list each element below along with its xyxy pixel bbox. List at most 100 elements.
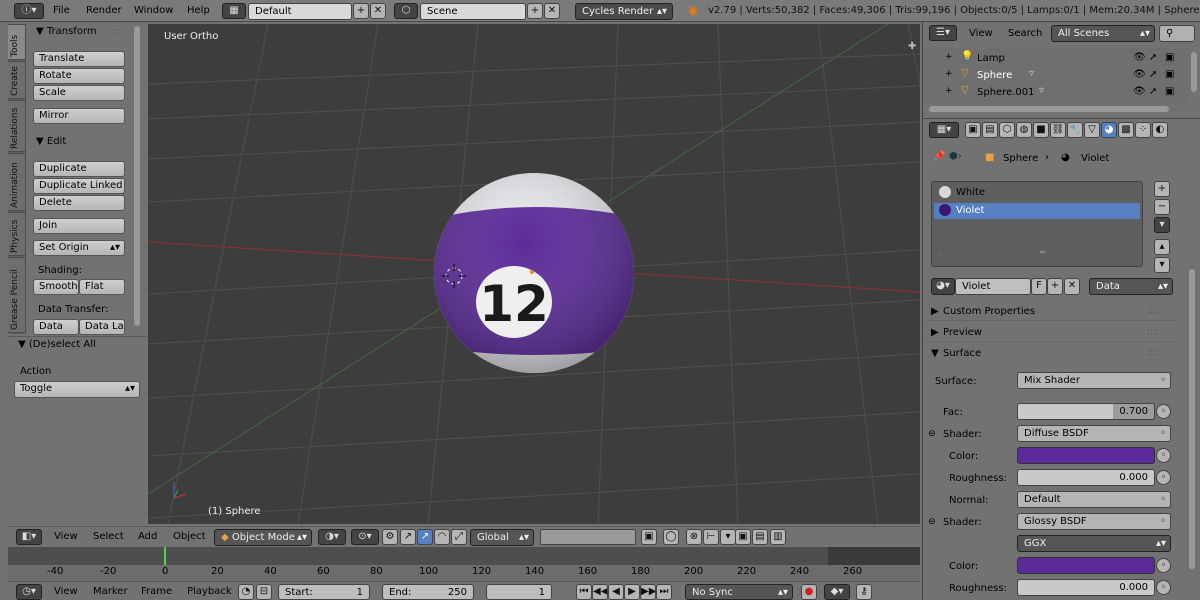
roughness-2-slider[interactable]: 0.000 (1017, 579, 1155, 596)
deselect-all-panel-header[interactable]: ▼ (De)select All (18, 339, 96, 350)
menu-file[interactable]: File (53, 5, 70, 16)
tab-create[interactable]: Create (8, 61, 26, 99)
remove-layout-icon[interactable]: ✕ (370, 3, 386, 19)
lock-layers-icon[interactable]: ▣ (641, 529, 657, 545)
surface-shader-select[interactable]: Mix Shader ◦ (1017, 372, 1171, 389)
scene-field[interactable]: Scene (420, 3, 526, 20)
transform-panel-header[interactable]: ▼ Transform (36, 26, 97, 37)
render-image-icon[interactable]: ▤ (752, 529, 768, 545)
screen-layout-icon[interactable]: ▦ (222, 3, 246, 19)
preview-panel-header[interactable]: ▶ Preview :::: (927, 324, 1175, 342)
timeline-menu-view[interactable]: View (54, 586, 78, 597)
jump-end-icon[interactable]: ⏭ (656, 584, 672, 600)
camera-icon[interactable]: ▣ (1165, 52, 1174, 63)
edit-panel-header[interactable]: ▼ Edit (36, 136, 66, 147)
new-material-icon[interactable]: + (1047, 278, 1063, 295)
timeline-menu-marker[interactable]: Marker (93, 586, 128, 597)
scene-icon[interactable]: ⬡ (394, 3, 418, 19)
next-keyframe-icon[interactable]: ▶▶ (640, 584, 656, 600)
outliner-hscrollbar[interactable] (929, 106, 1169, 112)
fake-user-toggle[interactable]: F (1031, 278, 1047, 295)
outliner-filter-select[interactable]: All Scenes ▴▾ (1051, 25, 1155, 42)
list-item[interactable]: + ▽ Sphere ▿ 👁 ➚ ▣ (923, 67, 1189, 84)
roughness-1-slider[interactable]: 0.000 (1017, 469, 1155, 486)
editor-type-info-icon[interactable]: ⓘ▾ (14, 3, 44, 19)
delete-button[interactable]: Delete (33, 195, 125, 211)
tab-tools[interactable]: Tools (8, 24, 26, 60)
tab-animation[interactable]: Animation (8, 153, 26, 211)
particles-tab-icon[interactable]: ⁘ (1135, 122, 1151, 138)
menu-help[interactable]: Help (187, 5, 210, 16)
flat-button[interactable]: Flat (79, 279, 125, 295)
translate-button[interactable]: Translate (33, 51, 125, 67)
add-layout-icon[interactable]: + (353, 3, 369, 19)
tool-shelf-scrollbar[interactable] (134, 26, 140, 326)
camera-icon[interactable]: ▣ (1165, 69, 1174, 80)
translate-widget-icon[interactable]: ↗ (417, 529, 433, 545)
cursor-icon[interactable]: ➚ (1149, 69, 1157, 80)
3d-viewport[interactable]: 12 User Ortho (1) Sphere ✚ (148, 24, 920, 524)
color-1-swatch[interactable] (1017, 447, 1155, 464)
data-tab-icon[interactable]: ▽ (1084, 122, 1100, 138)
camera-icon[interactable]: ▣ (1165, 86, 1174, 97)
tab-relations[interactable]: Relations (8, 100, 26, 152)
pivot-point-icon[interactable]: ⊙▾ (351, 529, 379, 545)
menu-object[interactable]: Object (173, 531, 206, 542)
world-tab-icon[interactable]: ◍ (1016, 122, 1032, 138)
render-animation-icon[interactable]: ▥ (770, 529, 786, 545)
outliner-scrollbar[interactable] (1191, 52, 1197, 92)
collapse-shader-icon[interactable]: ⊖ (928, 429, 936, 439)
duplicate-button[interactable]: Duplicate (33, 161, 125, 177)
outliner-menu-view[interactable]: View (969, 28, 993, 39)
render-layers-tab-icon[interactable]: ▤ (982, 122, 998, 138)
cursor-icon[interactable]: ➚ (1149, 52, 1157, 63)
physics-tab-icon[interactable]: ◐ (1152, 122, 1168, 138)
current-frame-marker[interactable] (164, 547, 166, 565)
cursor-icon[interactable]: ➚ (1149, 86, 1157, 97)
keying-set-icon[interactable]: ◆▾ (824, 584, 850, 600)
surface-panel-header[interactable]: ▼ Surface :::: (927, 345, 1175, 363)
widget-icon[interactable]: ↗ (400, 529, 416, 545)
add-scene-icon[interactable]: + (527, 3, 543, 19)
opengl-render-icon[interactable]: ▣ (735, 529, 751, 545)
manipulator-toggle-icon[interactable]: ⚙ (382, 529, 398, 545)
render-engine-select[interactable]: Cycles Render ▴▾ (575, 3, 673, 20)
browse-material-icon[interactable]: ◕▾ (931, 278, 955, 295)
eye-icon[interactable]: 👁 (1133, 69, 1146, 80)
properties-scrollbar[interactable] (1189, 269, 1195, 569)
list-item[interactable]: + ▽ Sphere.001 ▿ 👁 ➚ ▣ (923, 84, 1189, 101)
resize-grip-icon[interactable]: ═ (1040, 248, 1045, 258)
collapse-shader-2-icon[interactable]: ⊖ (928, 517, 936, 527)
lock-range-icon[interactable]: ⊟ (256, 584, 272, 600)
menu-view[interactable]: View (54, 531, 78, 542)
smooth-button[interactable]: Smooth (33, 279, 79, 295)
end-frame-field[interactable]: End: 250 (382, 584, 474, 600)
material-name-field[interactable]: Violet (955, 278, 1031, 295)
scale-widget-icon[interactable]: ⤢ (451, 529, 467, 545)
menu-select[interactable]: Select (93, 531, 124, 542)
rotate-button[interactable]: Rotate (33, 68, 125, 84)
modifiers-tab-icon[interactable]: 🔧 (1067, 122, 1083, 138)
data-layout-button[interactable]: Data La (79, 319, 125, 335)
tab-physics[interactable]: Physics (8, 212, 26, 256)
proportional-edit-icon[interactable]: ◯ (663, 529, 679, 545)
join-button[interactable]: Join (33, 218, 125, 234)
render-tab-icon[interactable]: ▣ (965, 122, 981, 138)
jump-start-icon[interactable]: ⏮ (576, 584, 592, 600)
viewport-plus-icon[interactable]: ✚ (908, 41, 916, 52)
orientation-select[interactable]: Global ▴▾ (470, 529, 534, 546)
keyframe-insert-icon[interactable]: ⚷ (856, 584, 872, 600)
shader-2-select[interactable]: Glossy BSDF ◦ (1017, 513, 1171, 530)
material-link-select[interactable]: Data ▴▾ (1089, 278, 1173, 295)
timeline-menu-playback[interactable]: Playback (187, 586, 232, 597)
timeline-strip[interactable] (8, 547, 920, 565)
snap-target-icon[interactable]: ▾ (720, 529, 736, 545)
move-slot-up-icon[interactable]: ▴ (1154, 239, 1170, 255)
material-tab-icon[interactable]: ◕ (1101, 122, 1117, 138)
menu-add[interactable]: Add (138, 531, 157, 542)
rotate-widget-icon[interactable]: ◠ (434, 529, 450, 545)
outliner-search-field[interactable]: ⚲ (1159, 25, 1195, 42)
mirror-button[interactable]: Mirror (33, 108, 125, 124)
mode-select[interactable]: ◆ Object Mode ▴▾ (214, 529, 312, 546)
eye-icon[interactable]: 👁 (1133, 52, 1146, 63)
